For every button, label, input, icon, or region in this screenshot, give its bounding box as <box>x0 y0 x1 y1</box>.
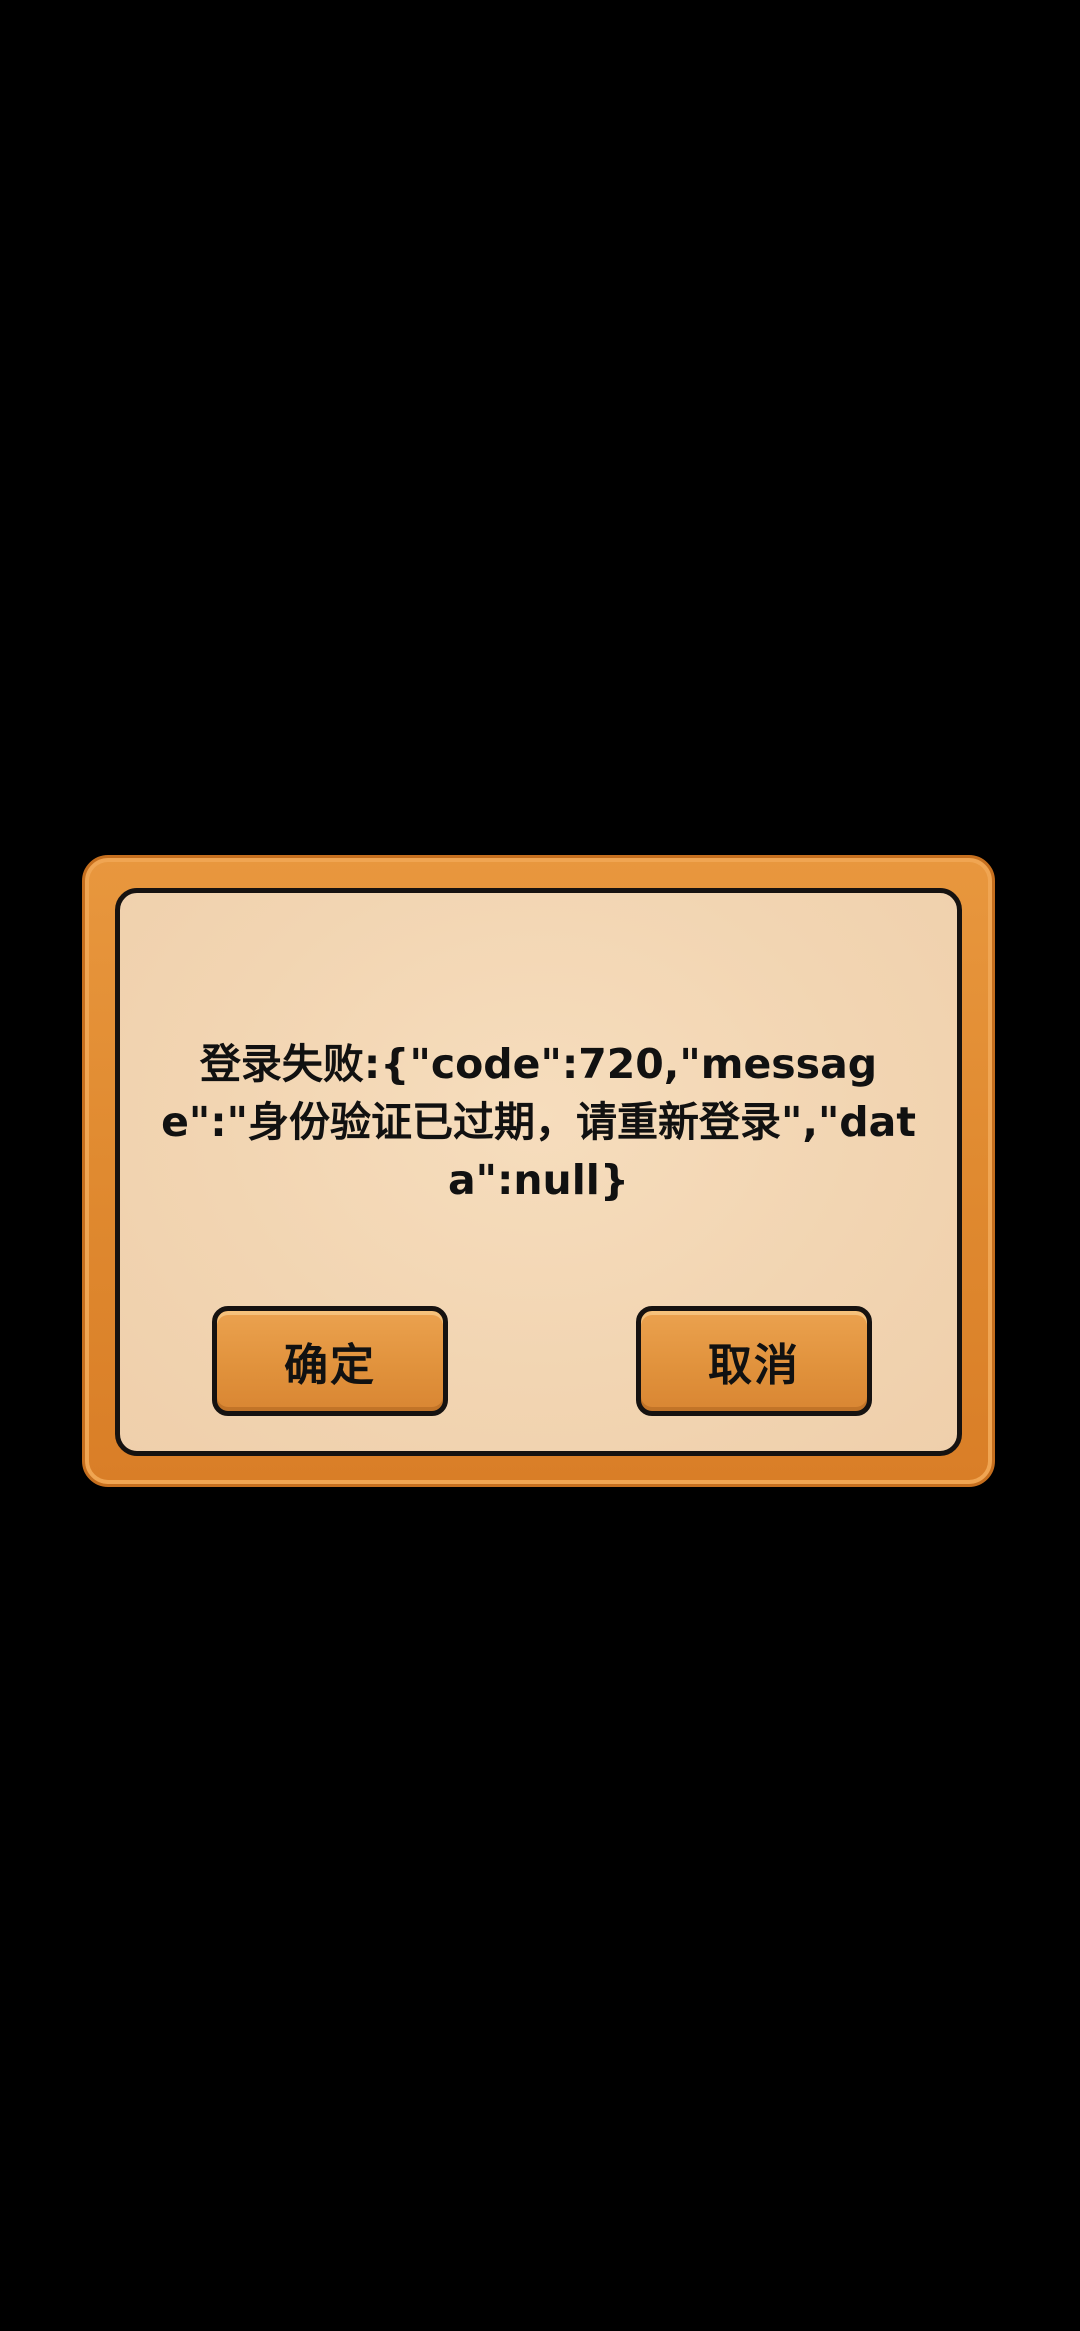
cancel-button[interactable]: 取消 <box>636 1306 872 1416</box>
dialog-message: 登录失败:{"code":720,"message":"身份验证已过期，请重新登… <box>161 1040 916 1204</box>
dialog-frame: 登录失败:{"code":720,"message":"身份验证已过期，请重新登… <box>82 855 995 1487</box>
dialog-panel: 登录失败:{"code":720,"message":"身份验证已过期，请重新登… <box>115 888 962 1456</box>
confirm-button-label: 确定 <box>284 1340 376 1391</box>
cancel-button-label: 取消 <box>708 1340 800 1391</box>
confirm-button[interactable]: 确定 <box>212 1306 448 1416</box>
